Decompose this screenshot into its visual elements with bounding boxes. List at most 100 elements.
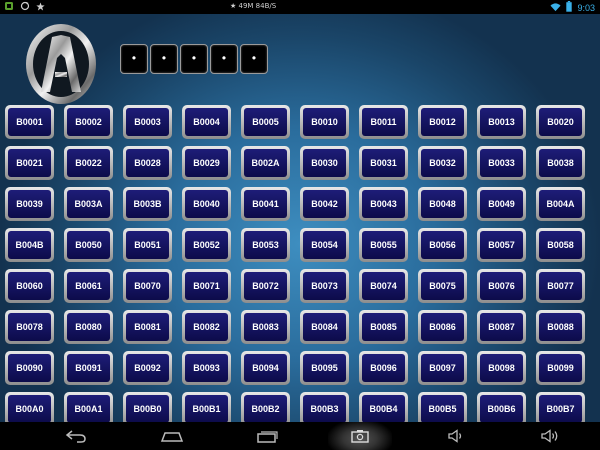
code-button[interactable]: B0080 bbox=[64, 310, 113, 344]
code-button[interactable]: B002A bbox=[241, 146, 290, 180]
code-button[interactable]: B00B2 bbox=[241, 392, 290, 422]
recent-apps-icon[interactable] bbox=[255, 427, 279, 445]
code-button[interactable]: B0097 bbox=[418, 351, 467, 385]
code-button-label: B0097 bbox=[421, 354, 464, 382]
code-button[interactable]: B00B4 bbox=[359, 392, 408, 422]
code-button[interactable]: B0098 bbox=[477, 351, 526, 385]
code-button[interactable]: B00B5 bbox=[418, 392, 467, 422]
code-button[interactable]: B00B0 bbox=[123, 392, 172, 422]
code-button[interactable]: B0005 bbox=[241, 105, 290, 139]
code-button[interactable]: B00A0 bbox=[5, 392, 54, 422]
code-button[interactable]: B00B6 bbox=[477, 392, 526, 422]
code-button[interactable]: B0050 bbox=[64, 228, 113, 262]
code-button[interactable]: B0056 bbox=[418, 228, 467, 262]
code-button[interactable]: B0002 bbox=[64, 105, 113, 139]
code-button[interactable]: B0095 bbox=[300, 351, 349, 385]
code-button[interactable]: B0082 bbox=[182, 310, 231, 344]
code-button[interactable]: B0020 bbox=[536, 105, 585, 139]
code-button[interactable]: B0004 bbox=[182, 105, 231, 139]
code-button[interactable]: B0029 bbox=[182, 146, 231, 180]
code-button[interactable]: B0053 bbox=[241, 228, 290, 262]
code-button-label: B0031 bbox=[362, 149, 405, 177]
code-button[interactable]: B0030 bbox=[300, 146, 349, 180]
code-button[interactable]: B0096 bbox=[359, 351, 408, 385]
code-button[interactable]: B0061 bbox=[64, 269, 113, 303]
code-button[interactable]: B0076 bbox=[477, 269, 526, 303]
code-button[interactable]: B0049 bbox=[477, 187, 526, 221]
code-button[interactable]: B0085 bbox=[359, 310, 408, 344]
code-button[interactable]: B0093 bbox=[182, 351, 231, 385]
code-button[interactable]: B0042 bbox=[300, 187, 349, 221]
code-button[interactable]: B00B1 bbox=[182, 392, 231, 422]
code-button[interactable]: B003B bbox=[123, 187, 172, 221]
code-button[interactable]: B0057 bbox=[477, 228, 526, 262]
code-button[interactable]: B0071 bbox=[182, 269, 231, 303]
code-button-label: B0004 bbox=[185, 108, 228, 136]
code-button[interactable]: B0083 bbox=[241, 310, 290, 344]
code-button-label: B0074 bbox=[362, 272, 405, 300]
code-button[interactable]: B0099 bbox=[536, 351, 585, 385]
code-button[interactable]: B0041 bbox=[241, 187, 290, 221]
code-button[interactable]: B0040 bbox=[182, 187, 231, 221]
code-button[interactable]: B0088 bbox=[536, 310, 585, 344]
code-button[interactable]: B003A bbox=[64, 187, 113, 221]
code-button[interactable]: B004B bbox=[5, 228, 54, 262]
code-button-label: B0053 bbox=[244, 231, 287, 259]
code-button[interactable]: B0011 bbox=[359, 105, 408, 139]
code-button[interactable]: B0038 bbox=[536, 146, 585, 180]
code-button[interactable]: B0087 bbox=[477, 310, 526, 344]
code-button[interactable]: B0081 bbox=[123, 310, 172, 344]
code-button[interactable]: B0028 bbox=[123, 146, 172, 180]
code-button[interactable]: B0003 bbox=[123, 105, 172, 139]
code-button-label: B00B0 bbox=[126, 395, 169, 422]
code-button[interactable]: B0032 bbox=[418, 146, 467, 180]
code-button[interactable]: B0091 bbox=[64, 351, 113, 385]
code-button[interactable]: B0086 bbox=[418, 310, 467, 344]
code-button[interactable]: B0013 bbox=[477, 105, 526, 139]
code-button[interactable]: B0043 bbox=[359, 187, 408, 221]
volume-up-icon[interactable] bbox=[538, 427, 562, 445]
code-button[interactable]: B0039 bbox=[5, 187, 54, 221]
volume-down-icon[interactable] bbox=[444, 427, 468, 445]
code-button[interactable]: B0070 bbox=[123, 269, 172, 303]
home-icon[interactable] bbox=[160, 427, 184, 445]
screenshot-icon[interactable] bbox=[348, 427, 372, 445]
code-button[interactable]: B0033 bbox=[477, 146, 526, 180]
code-cell: • bbox=[150, 44, 178, 74]
code-button-label: B0057 bbox=[480, 231, 523, 259]
code-button[interactable]: B0001 bbox=[5, 105, 54, 139]
code-button[interactable]: B0054 bbox=[300, 228, 349, 262]
code-button[interactable]: B0072 bbox=[241, 269, 290, 303]
code-button[interactable]: B0022 bbox=[64, 146, 113, 180]
code-button[interactable]: B0060 bbox=[5, 269, 54, 303]
code-button[interactable]: B0075 bbox=[418, 269, 467, 303]
code-button[interactable]: B0048 bbox=[418, 187, 467, 221]
code-button[interactable]: B0094 bbox=[241, 351, 290, 385]
back-icon[interactable] bbox=[64, 427, 88, 445]
code-button[interactable]: B00B7 bbox=[536, 392, 585, 422]
code-button[interactable]: B0074 bbox=[359, 269, 408, 303]
code-button-label: B004B bbox=[8, 231, 51, 259]
code-button[interactable]: B00B3 bbox=[300, 392, 349, 422]
code-button[interactable]: B00A1 bbox=[64, 392, 113, 422]
code-button-label: B0012 bbox=[421, 108, 464, 136]
code-button-label: B0078 bbox=[8, 313, 51, 341]
code-cell: • bbox=[120, 44, 148, 74]
code-button[interactable]: B0084 bbox=[300, 310, 349, 344]
code-button[interactable]: B0031 bbox=[359, 146, 408, 180]
code-button-label: B0050 bbox=[67, 231, 110, 259]
code-button[interactable]: B004A bbox=[536, 187, 585, 221]
code-button[interactable]: B0055 bbox=[359, 228, 408, 262]
code-button[interactable]: B0078 bbox=[5, 310, 54, 344]
code-button[interactable]: B0077 bbox=[536, 269, 585, 303]
code-button[interactable]: B0073 bbox=[300, 269, 349, 303]
code-button[interactable]: B0092 bbox=[123, 351, 172, 385]
code-button[interactable]: B0051 bbox=[123, 228, 172, 262]
code-button[interactable]: B0021 bbox=[5, 146, 54, 180]
code-button-label: B0095 bbox=[303, 354, 346, 382]
code-button[interactable]: B0012 bbox=[418, 105, 467, 139]
code-button[interactable]: B0058 bbox=[536, 228, 585, 262]
code-button[interactable]: B0010 bbox=[300, 105, 349, 139]
code-button[interactable]: B0052 bbox=[182, 228, 231, 262]
code-button[interactable]: B0090 bbox=[5, 351, 54, 385]
